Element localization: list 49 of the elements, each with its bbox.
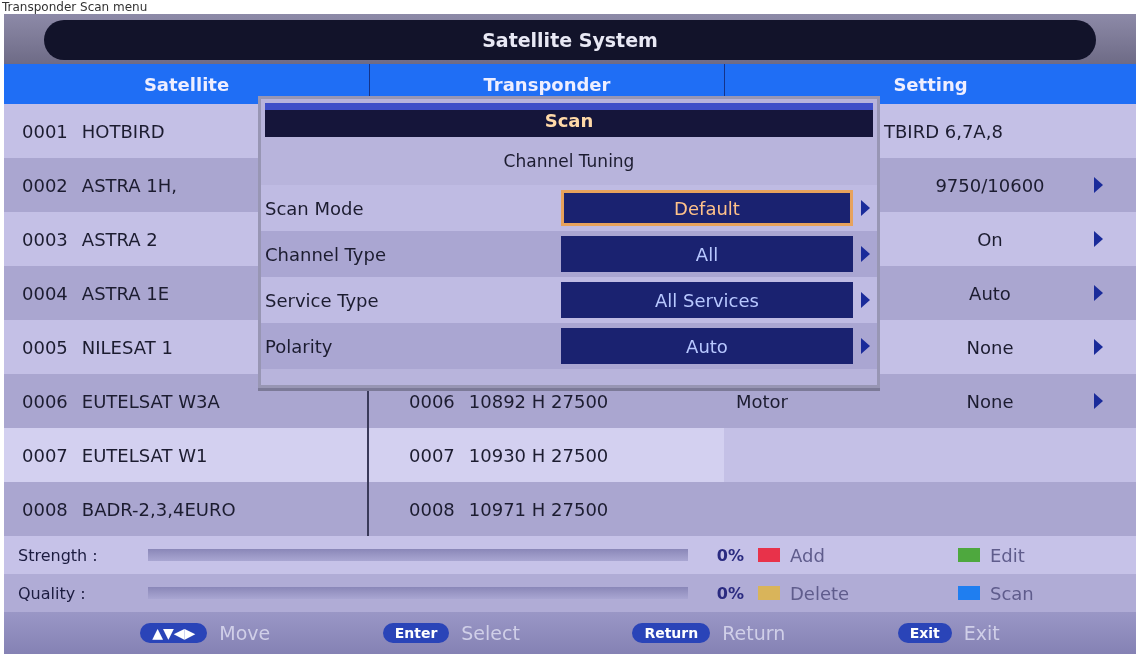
setting-label: Motor (736, 390, 789, 412)
right-arrow-icon[interactable] (1094, 393, 1103, 409)
menu-title: Satellite System (44, 20, 1096, 60)
legend-label: Delete (790, 582, 850, 604)
setting-value: On (976, 228, 1004, 250)
legend-label: Scan (990, 582, 1034, 604)
right-arrow-icon[interactable] (1094, 339, 1103, 355)
transponder-value: 10930 H 27500 (468, 444, 609, 466)
setting-value: None (965, 390, 1015, 412)
legend-label: Add (790, 544, 825, 566)
setting-value: TBIRD 6,7A,8 (883, 120, 1004, 142)
setting-value: None (965, 336, 1015, 358)
meter-label: Quality : (18, 583, 87, 603)
right-arrow-icon[interactable] (861, 246, 870, 262)
key-action: Exit (963, 622, 1000, 644)
right-arrow-icon[interactable] (1094, 177, 1103, 193)
transponder-value: 10971 H 27500 (468, 498, 609, 520)
key-action: Return (722, 622, 786, 644)
option-label: Polarity (264, 335, 334, 357)
transponder-number: 0006 (409, 390, 455, 412)
setting-value: Auto (968, 282, 1012, 304)
key-action: Move (219, 622, 271, 644)
option-value[interactable]: Default (561, 190, 853, 226)
dialog-title: Scan (265, 103, 873, 137)
transponder-value: 10892 H 27500 (468, 390, 609, 412)
option-value[interactable]: Auto (561, 328, 853, 364)
satellite-row[interactable]: 0007 EUTELSAT W1 (4, 428, 369, 482)
setting-value: 9750/10600 (934, 174, 1046, 196)
remote-key: ▲▼◀▶ (140, 623, 208, 643)
option-value[interactable]: All (561, 236, 853, 272)
right-arrow-icon[interactable] (1094, 231, 1103, 247)
key-action: Select (461, 622, 520, 644)
meter-reading: 0% (715, 583, 745, 603)
remote-key: Exit (897, 623, 952, 643)
column-header: Satellite (142, 72, 231, 97)
meter-label: Strength : (18, 545, 99, 565)
right-arrow-icon[interactable] (861, 338, 870, 354)
right-arrow-icon[interactable] (861, 292, 870, 308)
right-arrow-icon[interactable] (861, 200, 870, 216)
meter-reading: 0% (715, 545, 745, 565)
dialog-subtitle: Channel Tuning (502, 150, 636, 173)
option-value[interactable]: All Services (561, 282, 853, 318)
transponder-number: 0007 (409, 444, 455, 466)
legend-label: Edit (990, 544, 1025, 566)
remote-key: Return (632, 623, 711, 643)
remote-key: Enter (382, 623, 450, 643)
caption: Transponder Scan menu (1, 0, 149, 14)
transponder-number: 0008 (409, 498, 455, 520)
right-arrow-icon[interactable] (1094, 285, 1103, 301)
